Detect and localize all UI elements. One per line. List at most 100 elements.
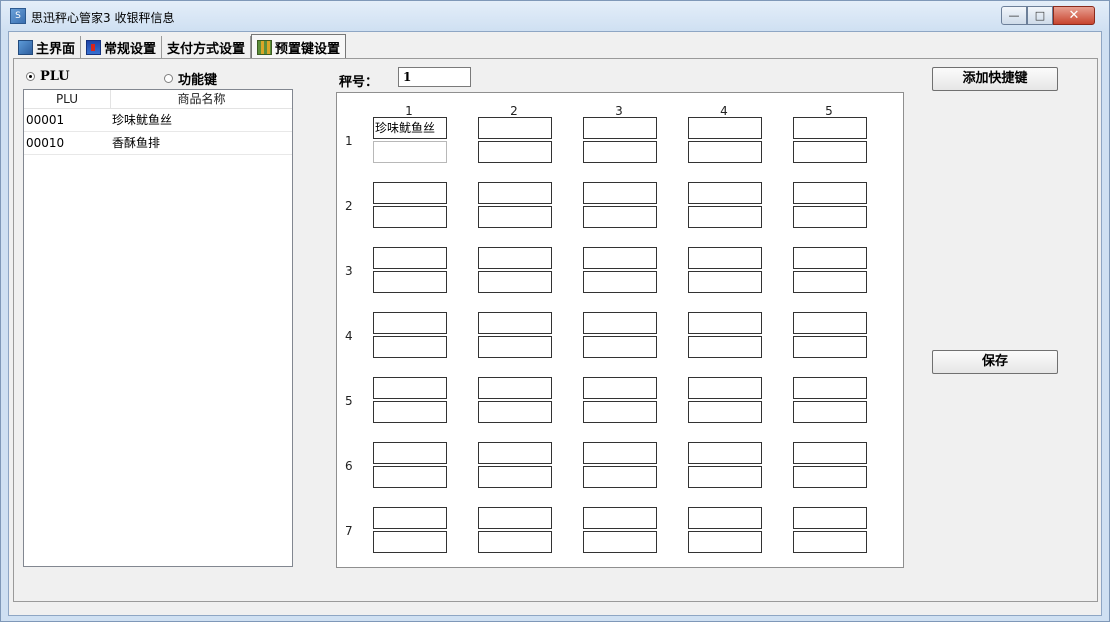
preset-key-input[interactable] [478, 247, 552, 269]
preset-key-input[interactable] [688, 247, 762, 269]
preset-key-input[interactable] [688, 531, 762, 553]
tab-general-settings[interactable]: 常规设置 [81, 36, 163, 58]
radio-function-key[interactable]: 功能键 [164, 69, 217, 88]
column-header-1: 1 [405, 104, 413, 118]
minimize-icon[interactable]: — [1001, 6, 1027, 25]
preset-key-input[interactable] [478, 312, 552, 334]
close-icon[interactable]: ✕ [1053, 6, 1095, 25]
preset-key-input[interactable] [478, 377, 552, 399]
column-header-3: 3 [615, 104, 623, 118]
preset-key-input[interactable] [478, 442, 552, 464]
radio-plu-indicator[interactable] [26, 72, 35, 81]
preset-key-input[interactable] [478, 182, 552, 204]
column-header-name[interactable]: 商品名称 [111, 90, 292, 108]
column-header-4: 4 [720, 104, 728, 118]
preset-key-input[interactable] [373, 182, 447, 204]
preset-key-input[interactable] [373, 466, 447, 488]
column-header-plu[interactable]: PLU [24, 90, 111, 108]
scale-number-input[interactable]: 1 [398, 67, 471, 87]
preset-key-input[interactable] [793, 531, 867, 553]
preset-key-input[interactable] [688, 466, 762, 488]
preset-key-input[interactable] [793, 182, 867, 204]
preset-key-input[interactable] [688, 507, 762, 529]
plu-list[interactable]: PLU 商品名称 00001 珍味鱿鱼丝 00010 香酥鱼排 [23, 89, 293, 567]
preset-key-input[interactable] [583, 531, 657, 553]
preset-key-input[interactable] [583, 247, 657, 269]
preset-key-input[interactable] [793, 247, 867, 269]
home-icon [18, 39, 33, 55]
app-window: S 思迅秤心管家3 收银秤信息 — □ ✕ 主界面 常规设置 支付方式设置 预置… [0, 0, 1110, 622]
add-shortcut-button[interactable]: 添加快捷键 [932, 67, 1058, 91]
preset-key-input[interactable] [373, 377, 447, 399]
preset-key-input[interactable] [583, 141, 657, 163]
preset-key-input[interactable] [793, 312, 867, 334]
preset-key-input[interactable] [478, 206, 552, 228]
preset-key-input[interactable] [478, 271, 552, 293]
row-header-5: 5 [345, 394, 353, 408]
preset-key-input[interactable] [793, 336, 867, 358]
preset-key-input[interactable] [583, 442, 657, 464]
preset-key-input[interactable] [793, 271, 867, 293]
preset-key-input[interactable] [688, 377, 762, 399]
preset-key-input[interactable] [583, 401, 657, 423]
keys-icon [257, 39, 273, 55]
preset-key-input[interactable] [583, 466, 657, 488]
preset-key-input[interactable] [688, 401, 762, 423]
preset-key-input[interactable] [373, 271, 447, 293]
preset-key-input[interactable] [478, 117, 552, 139]
radio-plu[interactable]: PLU [26, 69, 70, 84]
preset-key-input[interactable] [793, 466, 867, 488]
preset-key-input[interactable] [688, 206, 762, 228]
preset-key-input[interactable] [373, 531, 447, 553]
preset-key-input[interactable] [688, 442, 762, 464]
maximize-icon[interactable]: □ [1027, 6, 1053, 25]
preset-key-input[interactable] [688, 271, 762, 293]
preset-key-input[interactable] [688, 141, 762, 163]
preset-key-input[interactable] [793, 117, 867, 139]
preset-key-input[interactable] [583, 271, 657, 293]
preset-key-input[interactable] [373, 141, 447, 163]
preset-key-name[interactable]: 珍味鱿鱼丝 [373, 117, 447, 139]
preset-key-input[interactable] [373, 312, 447, 334]
preset-key-input[interactable] [583, 117, 657, 139]
preset-key-input[interactable] [583, 312, 657, 334]
preset-key-input[interactable] [793, 377, 867, 399]
preset-key-input[interactable] [793, 507, 867, 529]
preset-key-input[interactable] [583, 206, 657, 228]
preset-key-grid: 1 2 3 4 5 1 珍味鱿鱼丝 2 3 4 5 6 7 [336, 92, 904, 568]
preset-key-input[interactable] [373, 336, 447, 358]
preset-key-input[interactable] [688, 117, 762, 139]
tab-preset-keys[interactable]: 预置键设置 [251, 34, 347, 59]
list-item[interactable]: 00010 香酥鱼排 [24, 132, 292, 155]
preset-key-input[interactable] [793, 141, 867, 163]
preset-key-input[interactable] [373, 206, 447, 228]
preset-key-input[interactable] [583, 182, 657, 204]
preset-key-input[interactable] [793, 206, 867, 228]
radio-function-key-indicator[interactable] [164, 74, 173, 83]
preset-key-input[interactable] [478, 141, 552, 163]
preset-key-input[interactable] [793, 401, 867, 423]
preset-key-input[interactable] [373, 442, 447, 464]
list-item[interactable]: 00001 珍味鱿鱼丝 [24, 109, 292, 132]
preset-key-input[interactable] [478, 336, 552, 358]
tab-main[interactable]: 主界面 [13, 36, 82, 58]
preset-key-input[interactable] [478, 401, 552, 423]
preset-key-input[interactable] [373, 247, 447, 269]
preset-key-input[interactable] [583, 377, 657, 399]
preset-key-input[interactable] [688, 336, 762, 358]
preset-key-input[interactable] [373, 507, 447, 529]
preset-key-input[interactable] [793, 442, 867, 464]
preset-key-input[interactable] [688, 312, 762, 334]
preset-key-input[interactable] [478, 531, 552, 553]
tab-bar: 主界面 常规设置 支付方式设置 预置键设置 [13, 34, 347, 60]
preset-key-input[interactable] [478, 466, 552, 488]
preset-key-input[interactable] [583, 507, 657, 529]
preset-key-input[interactable] [688, 182, 762, 204]
row-header-3: 3 [345, 264, 353, 278]
preset-key-input[interactable] [373, 401, 447, 423]
product-name: 珍味鱿鱼丝 [112, 113, 173, 127]
save-button[interactable]: 保存 [932, 350, 1058, 374]
tab-payment-settings[interactable]: 支付方式设置 [162, 36, 252, 58]
preset-key-input[interactable] [478, 507, 552, 529]
preset-key-input[interactable] [583, 336, 657, 358]
